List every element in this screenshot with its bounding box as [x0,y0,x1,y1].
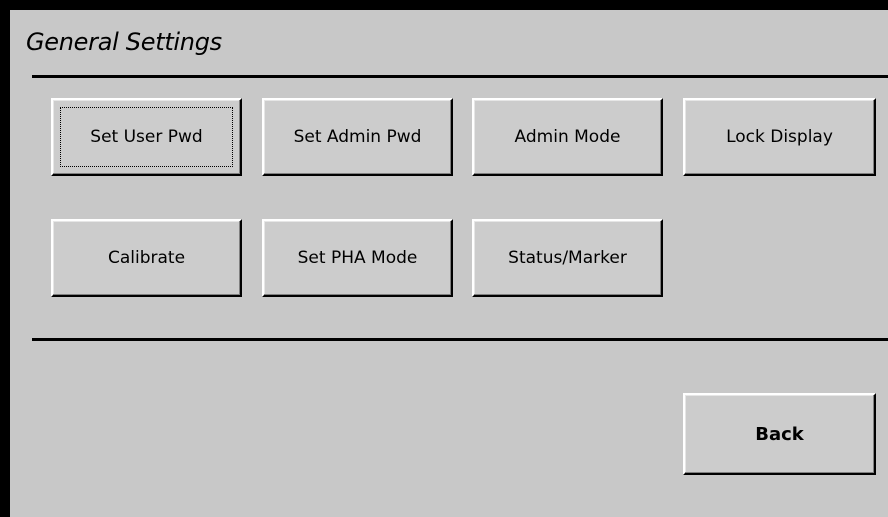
admin-mode-button[interactable]: Admin Mode [472,98,663,176]
set-pha-mode-button[interactable]: Set PHA Mode [262,219,453,297]
admin-mode-label: Admin Mode [514,127,621,147]
back-label: Back [755,423,804,445]
calibrate-button[interactable]: Calibrate [51,219,242,297]
lock-display-label: Lock Display [726,127,833,147]
calibrate-label: Calibrate [107,248,186,268]
set-user-pwd-label: Set User Pwd [90,127,203,147]
footer-divider [32,338,888,341]
lock-display-button[interactable]: Lock Display [683,98,876,176]
back-button[interactable]: Back [683,393,876,475]
set-pha-mode-label: Set PHA Mode [297,248,418,268]
page-title: General Settings [26,28,222,56]
title-divider [32,75,888,78]
status-marker-label: Status/Marker [508,248,627,268]
status-marker-button[interactable]: Status/Marker [472,219,663,297]
set-admin-pwd-button[interactable]: Set Admin Pwd [262,98,453,176]
set-user-pwd-button[interactable]: Set User Pwd [51,98,242,176]
set-admin-pwd-label: Set Admin Pwd [293,127,422,147]
